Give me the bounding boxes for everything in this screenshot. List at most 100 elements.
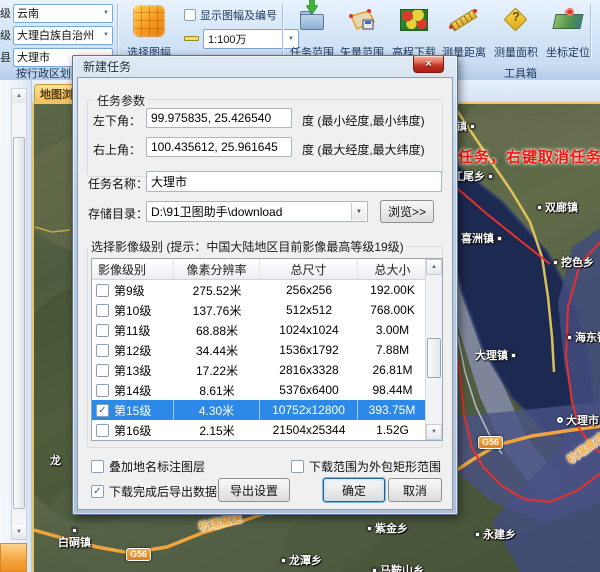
measure-area-button[interactable]: ? 测量面积 (492, 2, 540, 60)
prefecture-label: 级 (0, 27, 13, 43)
map-town-label: 永建乡 (475, 526, 516, 542)
vector-polygon-icon (347, 8, 377, 34)
level-checkbox[interactable] (96, 424, 109, 437)
level-checkbox[interactable] (96, 384, 109, 397)
table-row[interactable]: 第11级 68.88米 1024x1024 3.00M (92, 320, 442, 340)
bounding-rect-option[interactable]: 下载范围为外包矩形范围 (291, 458, 441, 475)
dialog-body: 任务参数 左下角： 99.975835, 25.426540 度 (最小经度,最… (77, 77, 453, 510)
town-marker-icon (511, 353, 516, 358)
prefecture-select[interactable]: 大理白族自治州 ▼ (13, 26, 113, 45)
road-shield: G56 (126, 548, 151, 561)
col-header-resolution[interactable]: 像素分辨率 (174, 259, 260, 279)
scale-select[interactable]: 1:100万 ▼ (203, 29, 299, 49)
close-button[interactable]: × (413, 56, 444, 73)
task-name-input[interactable]: 大理市 (146, 171, 442, 192)
scroll-up-icon[interactable]: ▲ (426, 259, 442, 275)
show-sheet-label: 显示图幅及编号 (200, 7, 277, 23)
cancel-button[interactable]: 取消 (388, 478, 442, 502)
cut-off-button[interactable]: 实 (595, 2, 600, 60)
level-checkbox[interactable] (96, 344, 109, 357)
col-header-level[interactable]: 影像级别 (92, 259, 174, 279)
vector-range-button[interactable]: 矢量范围 (338, 2, 386, 60)
measure-distance-button[interactable]: 测量距离 (440, 2, 488, 60)
toolbar-separator (590, 4, 591, 60)
chevron-down-icon: ▼ (103, 32, 109, 38)
task-folder-download-icon (298, 8, 326, 32)
province-select[interactable]: 云南 ▼ (13, 4, 113, 23)
ok-button[interactable]: 确定 (323, 478, 385, 502)
level-checkbox[interactable] (96, 324, 109, 337)
chevron-down-icon[interactable]: ▼ (351, 203, 366, 220)
map-town-label: 江尾乡 (452, 168, 493, 184)
town-marker-icon (488, 174, 493, 179)
dialog-titlebar[interactable]: 新建任务 (73, 56, 457, 77)
table-row[interactable]: 第10级 137.76米 512x512 768.00K (92, 300, 442, 320)
top-right-input[interactable]: 100.435612, 25.961645 (146, 137, 292, 157)
export-settings-button[interactable]: 导出设置 (218, 478, 290, 502)
export-after-option[interactable]: ✓ 下载完成后导出数据 (91, 483, 217, 500)
town-marker-icon (367, 526, 372, 531)
table-scrollbar[interactable]: ▲ ▼ (425, 259, 442, 440)
scrollbar-thumb[interactable] (427, 338, 441, 378)
new-task-dialog: 新建任务 × 任务参数 左下角： 99.975835, 25.426540 度 … (72, 55, 458, 515)
coordinate-locate-button[interactable]: 坐标定位 (544, 2, 592, 60)
col-header-total[interactable]: 总大小 (358, 259, 427, 279)
province-label: 级 (0, 5, 13, 21)
overlay-labels-option[interactable]: 叠加地名标注图层 (91, 458, 205, 475)
town-marker-icon (567, 335, 572, 340)
scroll-up-icon[interactable]: ▲ (12, 89, 26, 103)
map-town-label: 龙 (50, 452, 61, 468)
show-sheet-checkbox[interactable] (184, 9, 196, 21)
scroll-down-icon[interactable]: ▼ (426, 424, 442, 440)
top-right-label: 右上角： (93, 141, 141, 158)
map-pin-icon (554, 8, 582, 32)
scale-bar-icon (184, 36, 199, 41)
scrollbar-thumb[interactable] (13, 137, 25, 509)
map-town-label: 龙潭乡 (281, 552, 322, 568)
town-marker-icon (372, 568, 377, 572)
export-after-checkbox-checked[interactable]: ✓ (91, 485, 104, 498)
table-row-selected[interactable]: ✓第15级 4.30米 10752x12800 393.75M (92, 400, 442, 420)
panel-scrollbar[interactable]: ▲ ▼ (11, 88, 27, 540)
top-right-suffix: 度 (最大经度,最大纬度) (302, 141, 425, 158)
table-row[interactable]: 第16级 2.15米 21504x25344 1.52G (92, 420, 442, 440)
level-checkbox-checked[interactable]: ✓ (96, 404, 109, 417)
save-dir-combo[interactable]: D:\91卫图助手\download ▼ (146, 201, 368, 222)
map-town-label: 挖色乡 (553, 254, 594, 270)
task-range-button[interactable]: 任务范围 (288, 2, 336, 60)
town-marker-icon (470, 124, 475, 129)
town-marker-icon (497, 236, 502, 241)
bottom-left-label: 左下角： (93, 112, 141, 129)
town-marker-icon (475, 532, 480, 537)
table-row[interactable]: 第12级 34.44米 1536x1792 7.88M (92, 340, 442, 360)
select-sheet-button[interactable]: 选择图幅 (122, 2, 176, 60)
town-marker-icon (72, 528, 77, 533)
level-checkbox[interactable] (96, 304, 109, 317)
table-row[interactable]: 第9级 275.52米 256x256 192.00K (92, 280, 442, 300)
bottom-left-suffix: 度 (最小经度,最小纬度) (302, 112, 425, 129)
scroll-down-icon[interactable]: ▼ (12, 525, 26, 539)
chevron-down-icon: ▼ (103, 10, 109, 16)
show-sheet-number-row: 显示图幅及编号 (184, 7, 277, 23)
collapsed-panel-tab[interactable] (0, 543, 27, 572)
close-icon: × (425, 58, 431, 70)
overlay-labels-checkbox[interactable] (91, 460, 104, 473)
map-town-label: 海东镇 (567, 329, 600, 345)
dialog-title: 新建任务 (83, 58, 131, 75)
town-marker-icon (537, 205, 542, 210)
bounding-rect-checkbox[interactable] (291, 460, 304, 473)
map-city-label: 大理市 (557, 412, 599, 428)
prefecture-select-row: 级 大理白族自治州 ▼ (0, 25, 113, 45)
col-header-size[interactable]: 总尺寸 (260, 259, 358, 279)
county-label: 县 (0, 49, 13, 65)
map-town-label: 双廊镇 (537, 199, 578, 215)
bottom-left-input[interactable]: 99.975835, 25.426540 (146, 108, 292, 128)
town-marker-icon (553, 260, 558, 265)
browse-button[interactable]: 浏览>> (380, 200, 434, 223)
table-row[interactable]: 第14级 8.61米 5376x6400 98.44M (92, 380, 442, 400)
table-row[interactable]: 第13级 17.22米 2816x3328 26.81M (92, 360, 442, 380)
task-params-legend: 任务参数 (94, 92, 148, 109)
level-checkbox[interactable] (96, 364, 109, 377)
level-checkbox[interactable] (96, 284, 109, 297)
elevation-download-button[interactable]: 高程下载 (390, 2, 438, 60)
